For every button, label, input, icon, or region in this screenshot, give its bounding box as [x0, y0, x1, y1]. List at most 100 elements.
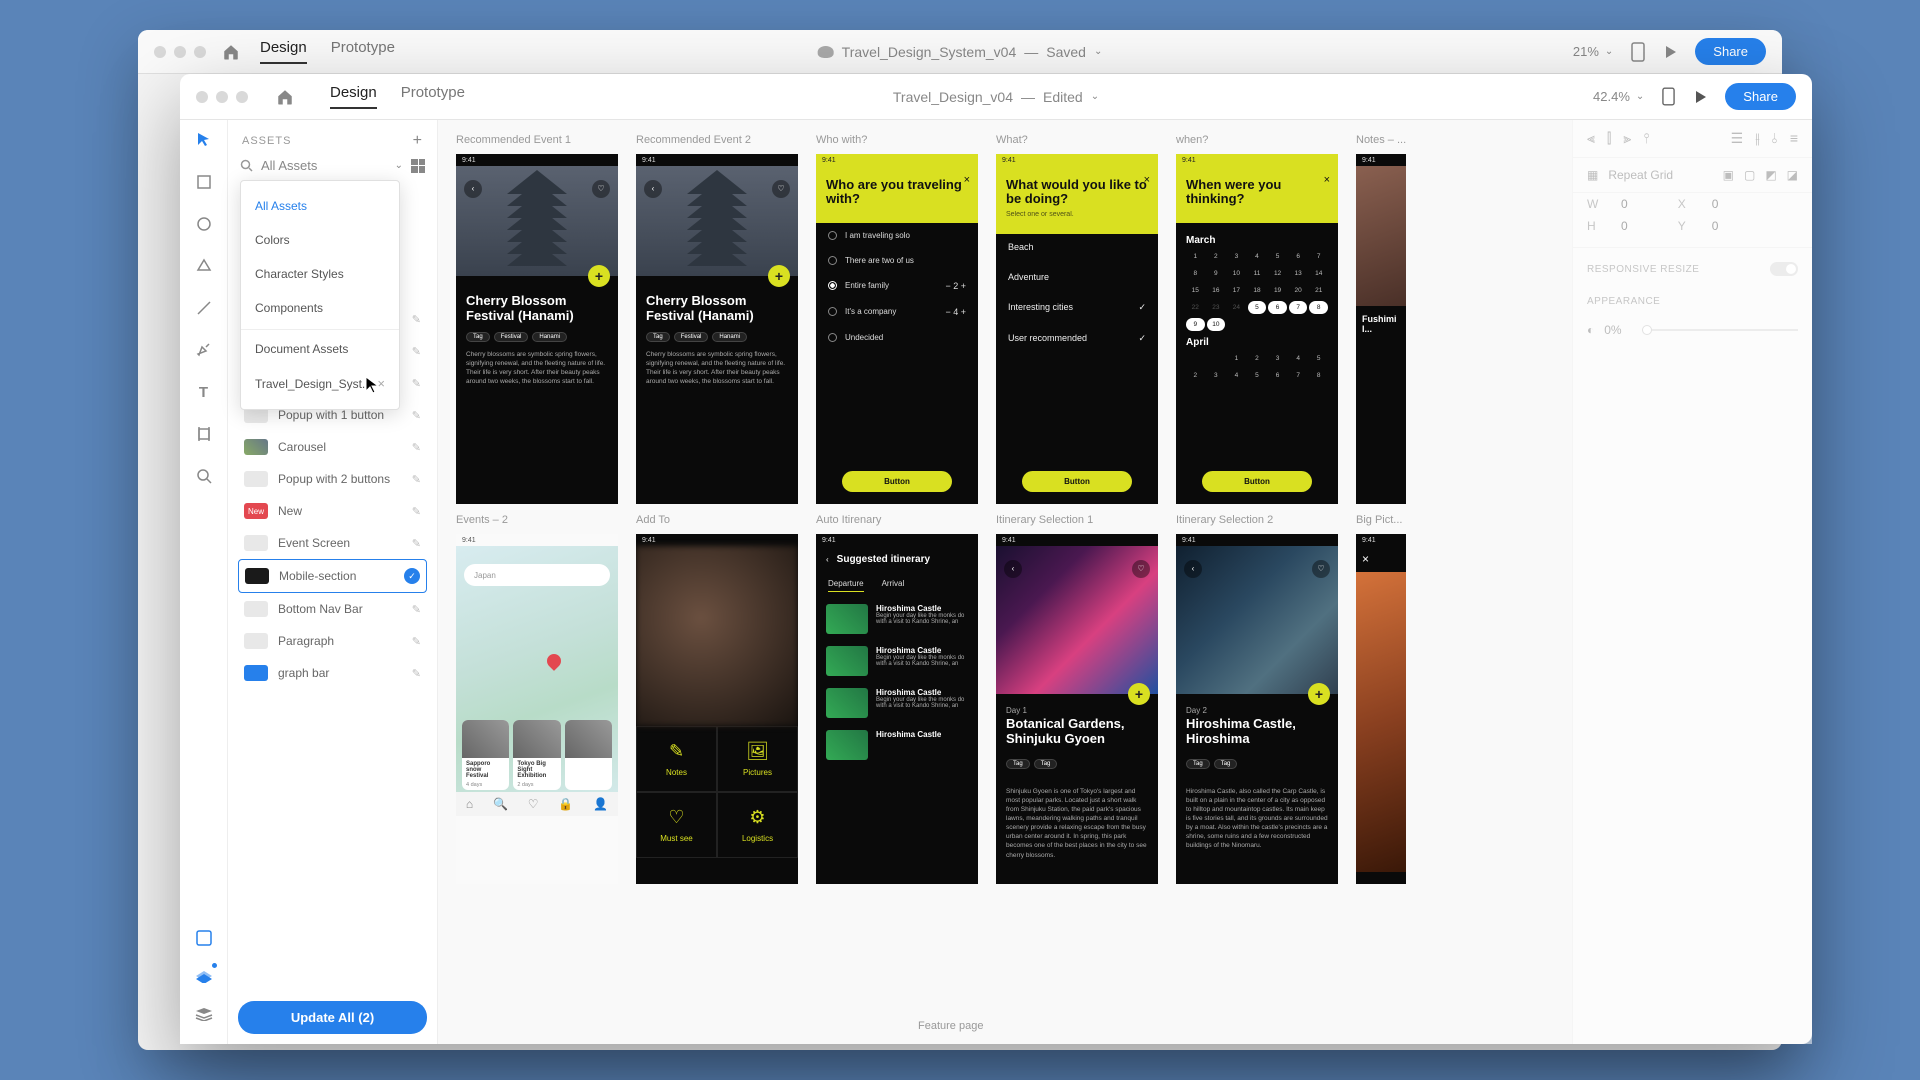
back-icon[interactable]: ‹: [826, 555, 829, 564]
repeat-grid-icon[interactable]: ▦: [1587, 168, 1598, 182]
inner-tab-prototype[interactable]: Prototype: [401, 84, 465, 109]
addto-logistics[interactable]: ⚙Logistics: [717, 792, 798, 858]
back-icon[interactable]: ‹: [1184, 560, 1202, 578]
artboard[interactable]: 9:41 ‹Events♡ + Cherry Blossom Festival …: [456, 154, 618, 504]
align-center-h-icon[interactable]: ⫿: [1607, 130, 1611, 147]
component-item[interactable]: Popup with 2 buttons✎: [238, 463, 427, 495]
responsive-toggle[interactable]: [1770, 262, 1798, 276]
layers-icon[interactable]: [194, 1004, 214, 1024]
outer-tab-design[interactable]: Design: [260, 39, 307, 64]
add-fab-icon[interactable]: +: [588, 265, 610, 287]
opacity-value[interactable]: 0%: [1604, 323, 1621, 337]
grid-view-icon[interactable]: [411, 159, 425, 173]
line-tool-icon[interactable]: [194, 298, 214, 318]
edit-component-icon[interactable]: ✎: [412, 603, 421, 616]
edit-component-icon[interactable]: ✎: [412, 345, 421, 358]
add-fab-icon[interactable]: +: [1308, 683, 1330, 705]
ellipse-tool-icon[interactable]: [194, 214, 214, 234]
artboard-label[interactable]: when?: [1176, 134, 1338, 148]
heart-icon[interactable]: ♡: [1132, 560, 1150, 578]
chevron-down-icon-inner[interactable]: ⌄: [1091, 91, 1099, 102]
device-preview-icon[interactable]: [1631, 42, 1645, 62]
component-item[interactable]: Paragraph✎: [238, 625, 427, 657]
assets-filter-select[interactable]: All Assets ⌄: [261, 158, 403, 173]
outer-tab-prototype[interactable]: Prototype: [331, 39, 395, 64]
dropdown-colors[interactable]: Colors: [241, 223, 399, 257]
dropdown-components[interactable]: Components: [241, 291, 399, 325]
artboard[interactable]: 9:41 ‹♡ + Day 1 Botanical Gardens, Shinj…: [996, 534, 1158, 884]
outer-zoom[interactable]: 21% ⌄: [1573, 44, 1613, 59]
width-value[interactable]: 0: [1621, 197, 1628, 211]
boolean-add-icon[interactable]: ▣: [1723, 168, 1734, 182]
inner-zoom[interactable]: 42.4% ⌄: [1593, 89, 1644, 104]
component-item[interactable]: Event Screen✎: [238, 527, 427, 559]
edit-component-icon[interactable]: ✎: [412, 635, 421, 648]
submit-button[interactable]: Button: [1022, 471, 1132, 492]
bottom-nav[interactable]: ⌂🔍♡🔒👤: [456, 792, 618, 816]
add-fab-icon[interactable]: +: [768, 265, 790, 287]
text-tool-icon[interactable]: T: [194, 382, 214, 402]
artboard-label[interactable]: Itinerary Selection 2: [1176, 514, 1338, 528]
zoom-tool-icon[interactable]: [194, 466, 214, 486]
artboard[interactable]: 9:41 ‹♡ + Day 2 Hiroshima Castle, Hirosh…: [1176, 534, 1338, 884]
home-icon[interactable]: [222, 43, 240, 61]
heart-icon[interactable]: ♡: [772, 180, 790, 198]
edit-component-icon[interactable]: ✎: [412, 313, 421, 326]
artboard-label[interactable]: Recommended Event 1: [456, 134, 618, 148]
edit-component-icon[interactable]: ✎: [412, 505, 421, 518]
edit-component-icon[interactable]: ✎: [412, 409, 421, 422]
outer-share-button[interactable]: Share: [1695, 38, 1766, 65]
traffic-lights-inner[interactable]: [196, 91, 248, 103]
device-preview-icon-inner[interactable]: [1662, 87, 1675, 106]
inner-share-button[interactable]: Share: [1725, 83, 1796, 110]
artboard-label[interactable]: Auto Itirenary: [816, 514, 978, 528]
artboard[interactable]: 9:41 ✎Notes🖼Pictures♡Must see⚙Logistics: [636, 534, 798, 884]
dropdown-all-assets[interactable]: All Assets: [241, 189, 399, 223]
close-icon[interactable]: ×: [1144, 174, 1150, 186]
artboard[interactable]: 9:41 ‹Events♡ + Cherry Blossom Festival …: [636, 154, 798, 504]
artboard-label[interactable]: Notes – ...: [1356, 134, 1406, 148]
back-icon[interactable]: ‹: [464, 180, 482, 198]
addto-notes[interactable]: ✎Notes: [636, 726, 717, 792]
addto-must see[interactable]: ♡Must see: [636, 792, 717, 858]
x-value[interactable]: 0: [1712, 197, 1719, 211]
component-item[interactable]: Carousel✎: [238, 431, 427, 463]
boolean-intersect-icon[interactable]: ◩: [1765, 168, 1776, 182]
artboard[interactable]: 9:41 Fushimi I...: [1356, 154, 1406, 504]
canvas[interactable]: Recommended Event 1 9:41 ‹Events♡ + Cherr…: [438, 120, 1572, 1044]
edit-component-icon[interactable]: ✎: [412, 537, 421, 550]
align-top-icon[interactable]: ⫯: [1643, 130, 1649, 147]
artboard-label[interactable]: Big Pict...: [1356, 514, 1406, 528]
edit-component-icon[interactable]: ✎: [412, 377, 421, 390]
align-right-icon[interactable]: ⫸: [1623, 130, 1631, 147]
artboard-label[interactable]: Events – 2: [456, 514, 618, 528]
edit-component-icon[interactable]: ✎: [412, 667, 421, 680]
update-all-button[interactable]: Update All (2): [238, 1001, 427, 1034]
dropdown-document-assets[interactable]: Document Assets: [241, 329, 399, 366]
artboard-tool-icon[interactable]: [194, 424, 214, 444]
submit-button[interactable]: Button: [1202, 471, 1312, 492]
search-icon[interactable]: [240, 159, 253, 172]
heart-icon[interactable]: ♡: [592, 180, 610, 198]
artboard[interactable]: 9:41 ×: [1356, 534, 1406, 884]
boolean-exclude-icon[interactable]: ◪: [1787, 168, 1798, 182]
distribute-h-icon[interactable]: ☰: [1731, 130, 1744, 147]
chevron-down-icon[interactable]: ⌄: [1094, 46, 1102, 57]
back-icon[interactable]: ‹: [1004, 560, 1022, 578]
align-middle-icon[interactable]: ⫲: [1755, 130, 1760, 147]
artboard[interactable]: 9:41 Japan Sapporo snow Festival4 daysTo…: [456, 534, 618, 884]
artboard-label[interactable]: Add To: [636, 514, 798, 528]
back-icon[interactable]: ‹: [644, 180, 662, 198]
repeat-grid-label[interactable]: Repeat Grid: [1608, 168, 1673, 182]
artboard-label[interactable]: Itinerary Selection 1: [996, 514, 1158, 528]
artboard[interactable]: 9:41 ‹Suggested itinerary DepartureArriv…: [816, 534, 978, 884]
add-fab-icon[interactable]: +: [1128, 683, 1150, 705]
artboard[interactable]: 9:41 ×Who are you traveling with? I am t…: [816, 154, 978, 504]
close-icon[interactable]: ×: [1356, 546, 1406, 572]
height-value[interactable]: 0: [1621, 219, 1628, 233]
traffic-lights[interactable]: [154, 46, 206, 58]
component-item[interactable]: NewNew✎: [238, 495, 427, 527]
align-bottom-icon[interactable]: ⫰: [1772, 130, 1778, 147]
artboard-label[interactable]: Recommended Event 2: [636, 134, 798, 148]
add-asset-icon[interactable]: +: [413, 132, 423, 150]
